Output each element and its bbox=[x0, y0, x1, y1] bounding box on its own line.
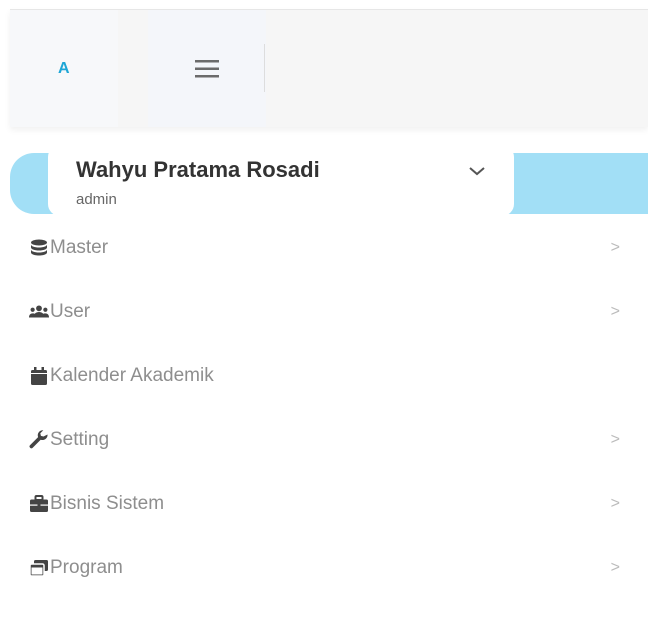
brand-text: A bbox=[57, 59, 71, 77]
sidebar-menu: Master > User > Kalender Akademik Settin… bbox=[0, 216, 648, 600]
wrench-icon bbox=[29, 430, 49, 450]
window-restore-icon bbox=[29, 558, 49, 578]
sidebar-item-label: Bisnis Sistem bbox=[50, 493, 165, 514]
sidebar-item-label: Program bbox=[50, 557, 123, 578]
sidebar-item-setting[interactable]: Setting > bbox=[0, 408, 648, 472]
users-icon bbox=[29, 302, 49, 322]
chevron-right-icon: > bbox=[610, 495, 620, 512]
sidebar-item-label: Kalender Akademik bbox=[50, 365, 214, 386]
chevron-right-icon: > bbox=[610, 559, 620, 576]
sidebar-toggle-button[interactable] bbox=[148, 10, 266, 127]
sidebar-item-kalender-akademik[interactable]: Kalender Akademik bbox=[0, 344, 648, 408]
chevron-right-icon: > bbox=[610, 239, 620, 256]
briefcase-icon bbox=[29, 494, 49, 514]
chevron-right-icon: > bbox=[610, 303, 620, 320]
header-divider bbox=[264, 44, 265, 92]
sidebar-item-master[interactable]: Master > bbox=[0, 216, 648, 280]
hamburger-icon bbox=[195, 59, 219, 77]
database-icon bbox=[29, 238, 49, 258]
calendar-icon bbox=[29, 366, 49, 386]
sidebar-item-label: Master bbox=[50, 237, 109, 258]
sidebar-item-bisnis-sistem[interactable]: Bisnis Sistem > bbox=[0, 472, 648, 536]
profile-role: admin bbox=[76, 191, 117, 208]
sidebar-item-label: Setting bbox=[50, 429, 110, 450]
profile-name: Wahyu Pratama Rosadi bbox=[76, 157, 320, 182]
sidebar-item-user[interactable]: User > bbox=[0, 280, 648, 344]
brand-logo[interactable]: A bbox=[10, 10, 118, 127]
user-profile-dropdown[interactable]: Wahyu Pratama Rosadi admin bbox=[48, 145, 514, 216]
sidebar-item-label: User bbox=[50, 301, 91, 322]
chevron-down-icon[interactable] bbox=[468, 165, 486, 177]
top-navbar: A bbox=[10, 9, 648, 127]
chevron-right-icon: > bbox=[610, 431, 620, 448]
sidebar-item-program[interactable]: Program > bbox=[0, 536, 648, 600]
